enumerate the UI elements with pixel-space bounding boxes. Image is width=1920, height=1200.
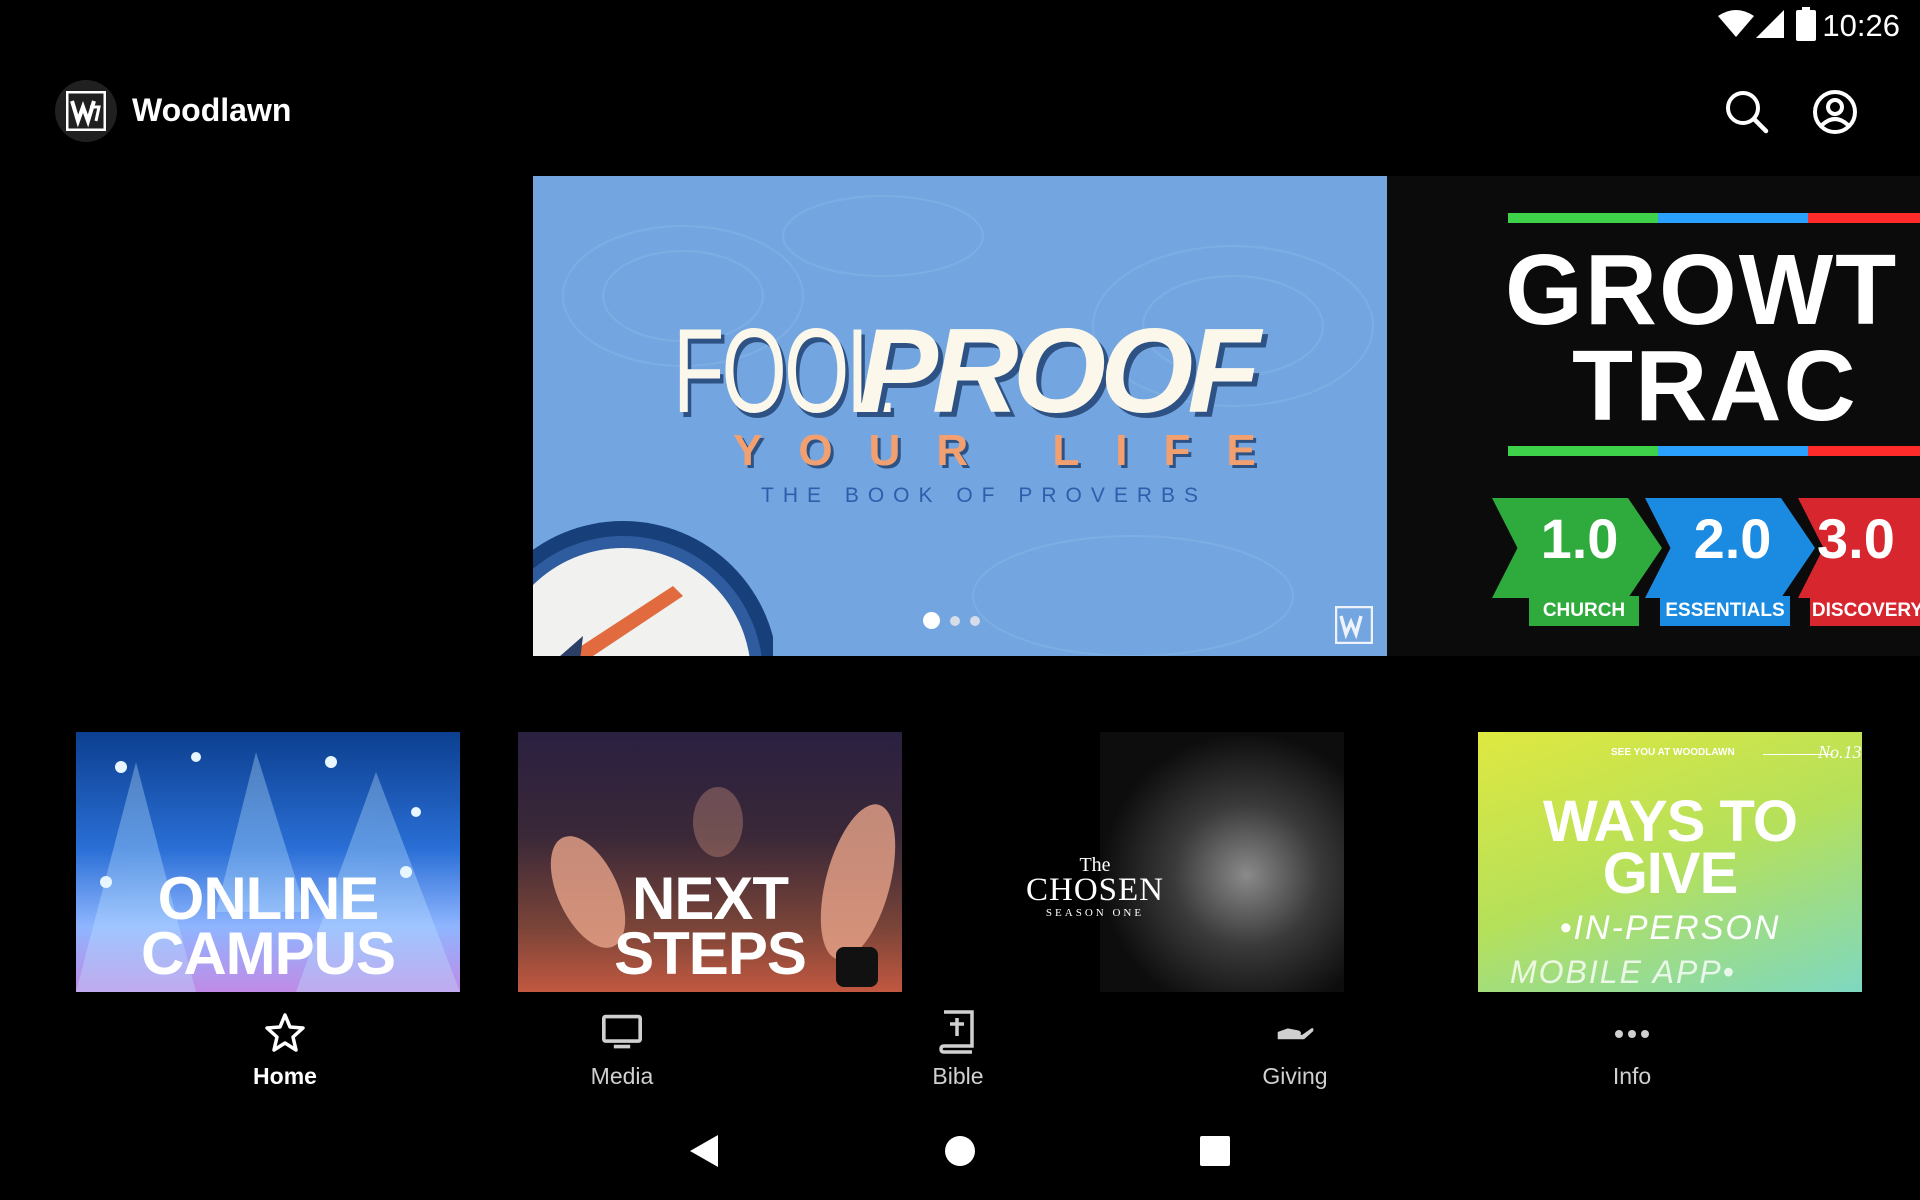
- system-back-icon[interactable]: [688, 1133, 720, 1169]
- card-give-header-left: SEE YOU AT WOODLAWN: [1611, 747, 1735, 758]
- hero-slide-growth-track[interactable]: GROWT TRAC 1.0 CHURCH 2.0 ESSENTIALS 3.0…: [1387, 176, 1920, 656]
- card-give-line3: •IN-PERSON: [1559, 909, 1781, 947]
- card-the-chosen[interactable]: The CHOSEN SEASON ONE: [960, 732, 1344, 992]
- woodlawn-logo-mark: [66, 91, 106, 131]
- nav-bible[interactable]: Bible: [858, 1010, 1058, 1090]
- nav-info[interactable]: Info: [1532, 1010, 1732, 1090]
- nav-giving[interactable]: Giving: [1195, 1010, 1395, 1090]
- card-online-campus[interactable]: ONLINE CAMPUS: [76, 732, 460, 992]
- badge-discovery-number: 3.0: [1817, 507, 1895, 570]
- card-chosen-line2: CHOSEN: [1025, 872, 1165, 908]
- card-next-steps[interactable]: NEXT STEPS: [518, 732, 902, 992]
- more-dots-icon: [1615, 1030, 1649, 1038]
- nav-bible-label: Bible: [932, 1063, 984, 1089]
- monitor-icon: [602, 1014, 642, 1049]
- pagination-dot[interactable]: [950, 615, 960, 626]
- growth-title-line1: GROWT: [1505, 234, 1899, 346]
- nav-home-label: Home: [253, 1063, 317, 1089]
- nav-media-label: Media: [590, 1063, 654, 1089]
- nav-info-label: Info: [1612, 1063, 1652, 1089]
- nav-giving-label: Giving: [1262, 1063, 1328, 1089]
- woodlawn-watermark-icon: [1335, 606, 1373, 644]
- badge-church-number: 1.0: [1540, 507, 1619, 570]
- hero-slide-foolproof[interactable]: FOOL PROOF YOUR LIFE THE BOOK OF PROVERBS: [533, 176, 1387, 656]
- card-ways-to-give[interactable]: SEE YOU AT WOODLAWN No.13 WAYS TO GIVE •…: [1478, 732, 1862, 992]
- green-stripe: [1508, 213, 1658, 223]
- system-home-icon[interactable]: [945, 1133, 975, 1169]
- card-give-header-right: No.13: [1818, 742, 1862, 762]
- card-next-steps-line2: STEPS: [614, 920, 807, 987]
- pagination-dot[interactable]: [970, 615, 980, 626]
- badge-essentials-label: ESSENTIALS: [1660, 596, 1790, 626]
- battery-icon: [1796, 7, 1816, 41]
- account-icon[interactable]: [1812, 89, 1858, 135]
- nav-home[interactable]: Home: [185, 1010, 385, 1090]
- giving-hand-icon: [1277, 1028, 1314, 1040]
- hero-title-part2: PROOF: [858, 304, 1261, 438]
- wifi-icon: [1718, 10, 1754, 37]
- red-stripe: [1808, 213, 1920, 223]
- status-time: 10:26: [1822, 8, 1900, 43]
- system-recents-icon[interactable]: [1200, 1133, 1231, 1169]
- hero-title: FOOL PROOF: [673, 311, 1261, 431]
- hero-tagline: THE BOOK OF PROVERBS: [761, 484, 1208, 507]
- woodlawn-logo[interactable]: [55, 80, 117, 142]
- badge-discovery-label: DISCOVERY: [1810, 596, 1920, 626]
- card-give-line2: GIVE: [1602, 841, 1739, 906]
- search-icon[interactable]: [1725, 90, 1769, 134]
- card-online-campus-line2: CAMPUS: [140, 920, 396, 987]
- green-stripe: [1508, 446, 1658, 456]
- hero-subtitle: YOUR LIFE: [733, 426, 1292, 475]
- pagination-dot-active[interactable]: [923, 612, 940, 629]
- hero-pagination[interactable]: [923, 612, 980, 629]
- card-give-line4: MOBILE APP•: [1510, 954, 1736, 990]
- compass-illustration: [533, 521, 773, 656]
- badge-church-label: CHURCH: [1529, 596, 1639, 626]
- badge-essentials-number: 2.0: [1693, 507, 1772, 570]
- red-stripe: [1808, 446, 1920, 456]
- app-title: Woodlawn: [132, 92, 292, 128]
- blue-stripe: [1658, 213, 1808, 223]
- card-online-campus-line1: ONLINE: [157, 865, 380, 932]
- star-icon: [265, 1013, 305, 1052]
- nav-media[interactable]: Media: [522, 1010, 722, 1090]
- card-next-steps-line1: NEXT: [631, 865, 789, 932]
- blue-stripe: [1658, 446, 1808, 456]
- growth-title-line2: TRAC: [1572, 330, 1858, 442]
- bible-icon: [939, 1010, 974, 1054]
- status-bar: 10:26: [0, 0, 1920, 50]
- card-chosen-line3: SEASON ONE: [1045, 907, 1145, 919]
- cell-signal-icon: [1756, 10, 1784, 38]
